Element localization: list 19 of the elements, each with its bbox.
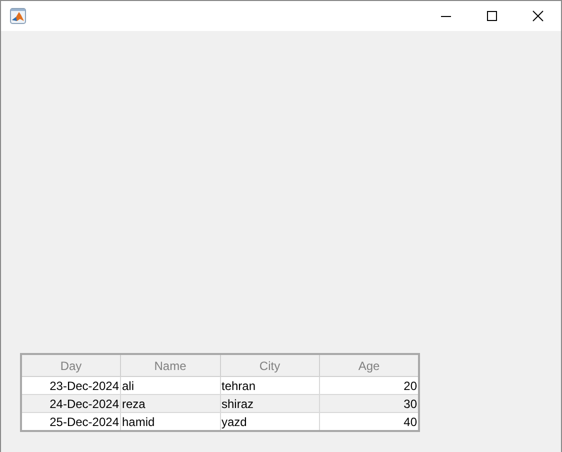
- table-cell: hamid: [120, 412, 220, 431]
- column-header[interactable]: Age: [320, 354, 419, 376]
- column-header[interactable]: Name: [120, 354, 220, 376]
- table-cell: yazd: [220, 412, 320, 431]
- table-cell: 25-Dec-2024: [21, 412, 120, 431]
- table-cell: reza: [120, 394, 220, 412]
- table-cell: 24-Dec-2024: [21, 394, 120, 412]
- table-cell: tehran: [220, 376, 320, 394]
- table-cell: 40: [320, 412, 419, 431]
- table-cell: 30: [320, 394, 419, 412]
- column-header[interactable]: Day: [21, 354, 120, 376]
- close-icon: [532, 10, 544, 22]
- table-cell: shiraz: [220, 394, 320, 412]
- maximize-icon: [486, 10, 498, 22]
- column-header[interactable]: City: [220, 354, 320, 376]
- table-cell: ali: [120, 376, 220, 394]
- table-cell: 20: [320, 376, 419, 394]
- app-logo-icon: [10, 8, 26, 24]
- table-cell: 23-Dec-2024: [21, 376, 120, 394]
